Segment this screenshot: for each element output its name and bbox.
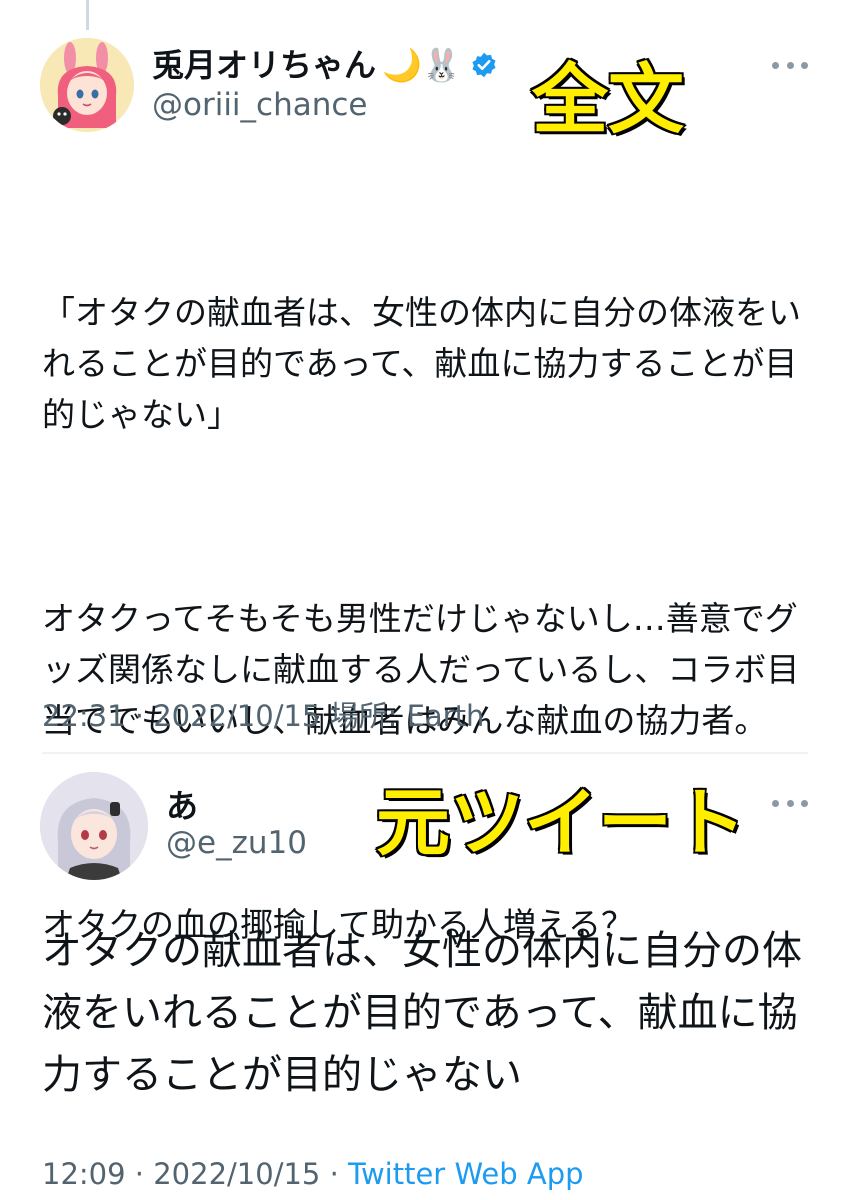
display-name[interactable]: あ: [166, 786, 198, 826]
tweet-meta: 12:09 · 2022/10/15 · Twitter Web App: [42, 1157, 584, 1191]
avatar-illustration-icon: [40, 772, 148, 880]
more-options-icon[interactable]: [772, 55, 808, 75]
tweet-paragraph: 「オタクの献血者は、女性の体内に自分の体液をいれることが目的であって、献血に協力…: [42, 293, 801, 434]
tweet-timestamp[interactable]: 22:31 · 2022/10/15 場所: Earth: [42, 693, 484, 735]
avatar-oriii[interactable]: [40, 38, 134, 132]
avatar-e-zu10[interactable]: [40, 772, 148, 880]
tweet-body: オタクの献血者は、女性の体内に自分の体液をいれることが目的であって、献血に協力す…: [42, 928, 802, 1098]
user-handle[interactable]: @e_zu10: [166, 824, 307, 862]
verified-badge-icon: [472, 52, 496, 78]
display-name[interactable]: 兎月オリちゃん 🌙🐰: [152, 45, 498, 85]
avatar-illustration-icon: [40, 38, 134, 132]
tweet-full-text[interactable]: 兎月オリちゃん 🌙🐰 @oriii_chance 「オタクの献血者は、女性の体内…: [0, 0, 849, 944]
tweet-timestamp[interactable]: 12:09 · 2022/10/15 ·: [42, 1157, 348, 1191]
display-name-text[interactable]: 兎月オリちゃん: [152, 45, 376, 85]
user-handle[interactable]: @oriii_chance: [152, 86, 368, 124]
name-emojis: 🌙🐰: [382, 46, 462, 84]
more-options-icon[interactable]: [772, 793, 808, 813]
caption-full-text: 全文: [531, 55, 686, 144]
source-app-link[interactable]: Twitter Web App: [348, 1157, 584, 1191]
caption-original-tweet: 元ツイート: [375, 780, 748, 866]
